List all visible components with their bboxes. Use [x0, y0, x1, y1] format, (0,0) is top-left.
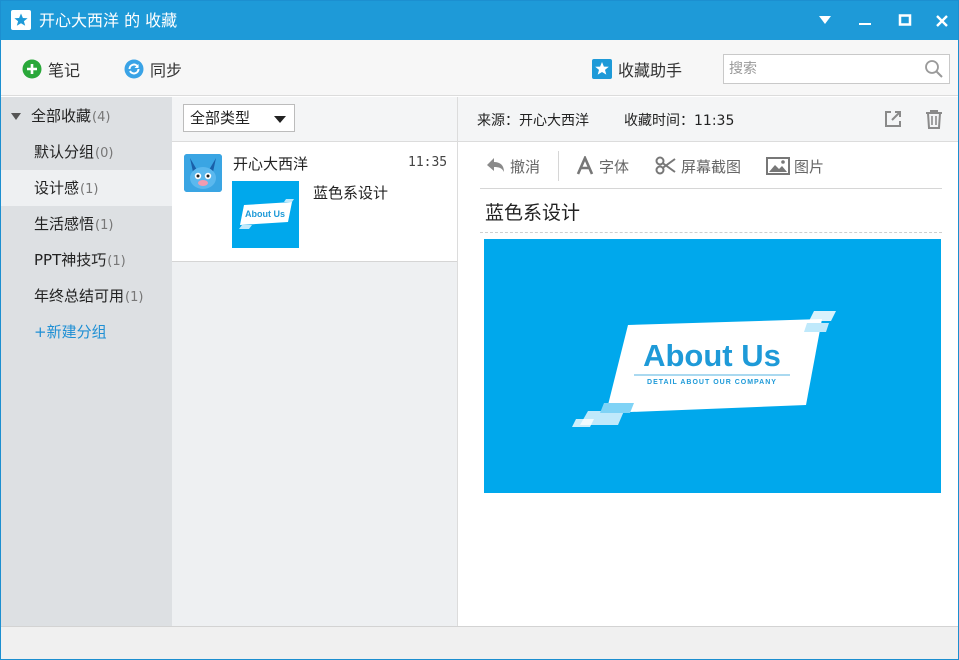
image-icon [766, 157, 790, 175]
document-image[interactable]: About Us DETAIL ABOUT OUR COMPANY [484, 239, 941, 493]
sync-label: 同步 [150, 61, 183, 80]
image-heading: About Us [643, 338, 781, 373]
sidebar-item-all[interactable]: 全部收藏(4) [1, 98, 172, 134]
main-toolbar: 笔记 同步 收藏助手 [1, 40, 958, 96]
menu-dropdown-button[interactable] [813, 9, 837, 31]
new-note-button[interactable]: 笔记 [22, 57, 80, 81]
font-button[interactable]: 字体 [575, 155, 629, 177]
image-label: 图片 [794, 157, 825, 176]
plus-circle-icon [22, 59, 42, 79]
filter-bar: 全部类型 [172, 97, 457, 142]
bunny-avatar-icon [184, 154, 222, 192]
maximize-icon [898, 14, 912, 26]
sidebar-item-count: (1) [95, 218, 114, 233]
note-card[interactable]: 开心大西洋 11:35 About Us 蓝色系设计 [172, 142, 457, 262]
star-icon [592, 59, 612, 79]
sidebar-item-label: 年终总结可用 [34, 287, 125, 305]
note-time: 11:35 [408, 155, 448, 170]
sidebar-item-count: (1) [107, 254, 126, 269]
sync-icon [124, 59, 144, 79]
star-icon [11, 10, 31, 30]
thumb-heading: About Us [245, 209, 285, 219]
insert-image-button[interactable]: 图片 [766, 155, 824, 177]
screenshot-label: 屏幕截图 [681, 157, 742, 176]
window-title: 开心大西洋 的 收藏 [39, 11, 178, 30]
undo-label: 撤消 [510, 157, 541, 176]
maximize-button[interactable] [893, 9, 917, 31]
scissors-icon [655, 156, 676, 175]
share-icon [885, 111, 901, 127]
close-button[interactable] [930, 9, 954, 31]
sidebar-item-default[interactable]: 默认分组(0) [1, 134, 172, 170]
undo-icon [487, 158, 504, 172]
undo-button[interactable]: 撤消 [486, 155, 540, 177]
assistant-button[interactable]: 收藏助手 [592, 57, 682, 81]
title-divider [480, 232, 942, 233]
edit-toolbar: 撤消 字体 屏幕截图 图片 [480, 145, 942, 189]
sync-button[interactable]: 同步 [124, 57, 182, 81]
screenshot-button[interactable]: 屏幕截图 [655, 155, 741, 177]
sidebar-item-count: (4) [92, 110, 111, 125]
collapse-triangle-icon[interactable] [11, 113, 21, 120]
dropdown-caret-icon [274, 116, 286, 123]
collect-time-label: 收藏时间：11:35 [624, 113, 735, 129]
detail-header: 来源：开心大西洋 收藏时间：11:35 [458, 97, 958, 142]
type-filter-value: 全部类型 [190, 109, 251, 127]
minimize-icon [859, 23, 871, 25]
search-input[interactable] [729, 59, 919, 79]
font-label: 字体 [599, 157, 630, 176]
document-title[interactable]: 蓝色系设计 [485, 198, 580, 225]
sidebar-item-year-end[interactable]: 年终总结可用(1) [1, 278, 172, 314]
note-title: 蓝色系设计 [313, 184, 389, 202]
sidebar-item-label: 生活感悟 [34, 215, 95, 233]
source-label: 来源：开心大西洋 [477, 113, 589, 129]
image-subheading: DETAIL ABOUT OUR COMPANY [647, 379, 777, 386]
sidebar-item-count: (0) [95, 146, 114, 161]
search-box[interactable] [723, 54, 950, 84]
minimize-button[interactable] [853, 9, 877, 31]
triangle-down-icon [819, 16, 831, 24]
main-window: 开心大西洋 的 收藏 笔记 同步 收藏助手 搜索 全部收藏(4) 默认分组(0)… [0, 0, 959, 660]
type-filter-select[interactable]: 全部类型 [183, 104, 295, 132]
delete-button[interactable] [923, 108, 945, 130]
sidebar-item-count: (1) [125, 290, 144, 305]
sidebar-item-label: 设计感 [34, 179, 80, 197]
font-icon [576, 156, 594, 175]
detail-panel: 来源：开心大西洋 收藏时间：11:35 撤消 字体 屏幕截图 图片 蓝色系设计 … [458, 97, 958, 626]
sidebar-item-label: 默认分组 [34, 143, 95, 161]
new-note-label: 笔记 [48, 61, 81, 80]
note-thumbnail: About Us [232, 181, 299, 248]
sidebar-item-count: (1) [80, 182, 99, 197]
note-list-panel: 全部类型 开心大西洋 11:35 About Us 蓝色系设计 [172, 97, 458, 626]
title-bar[interactable]: 开心大西洋 的 收藏 [1, 1, 958, 40]
avatar [184, 154, 222, 192]
category-sidebar: 全部收藏(4) 默认分组(0) 设计感(1) 生活感悟(1) PPT神技巧(1)… [1, 97, 172, 626]
trash-icon [926, 110, 942, 129]
sidebar-item-ppt[interactable]: PPT神技巧(1) [1, 242, 172, 278]
note-author: 开心大西洋 [233, 155, 309, 173]
sidebar-item-label: 全部收藏 [31, 107, 92, 125]
status-bar [1, 626, 958, 659]
toolbar-divider [558, 151, 559, 181]
assistant-label: 收藏助手 [618, 61, 683, 80]
sidebar-item-design[interactable]: 设计感(1) [1, 170, 172, 206]
sidebar-item-label: PPT神技巧 [34, 251, 107, 269]
sidebar-item-life[interactable]: 生活感悟(1) [1, 206, 172, 242]
new-group-button[interactable]: +新建分组 [1, 314, 172, 350]
share-button[interactable] [882, 108, 904, 130]
search-icon[interactable] [924, 59, 944, 79]
close-icon [936, 15, 948, 27]
